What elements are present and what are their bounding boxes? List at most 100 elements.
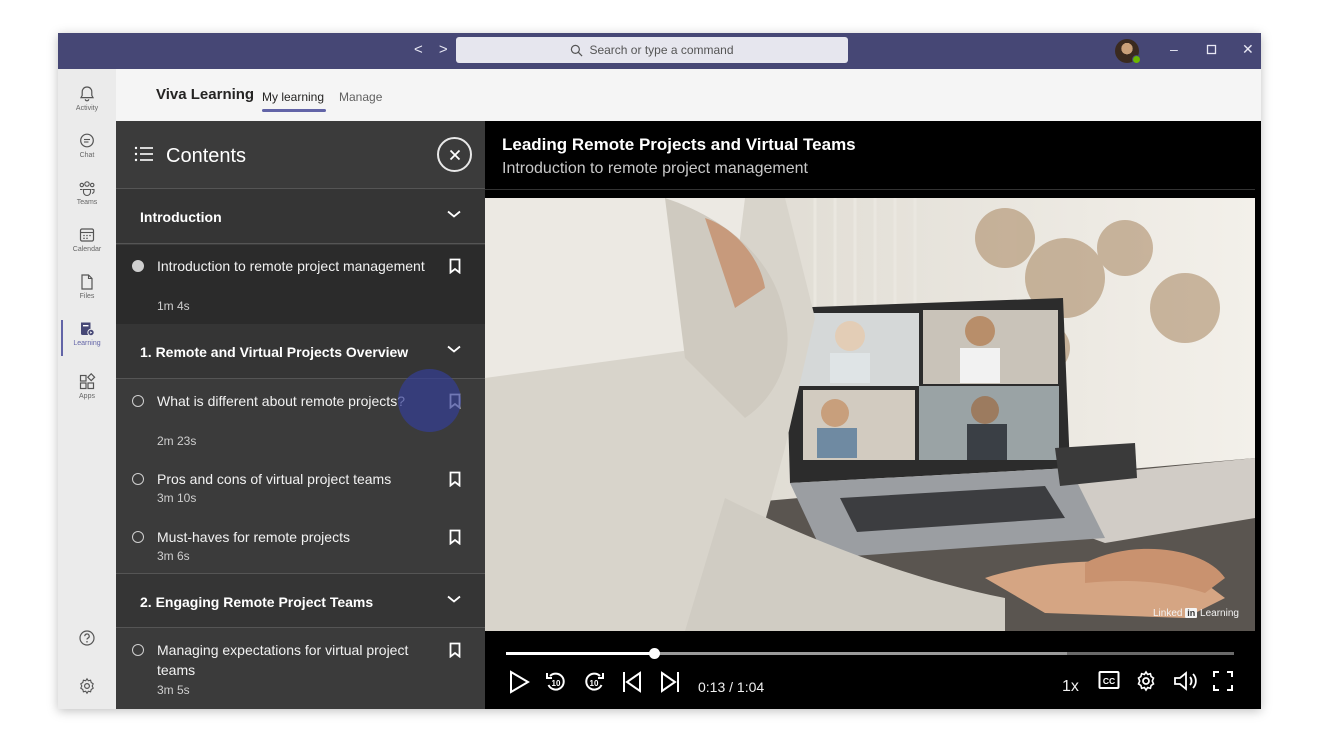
next-button[interactable] xyxy=(659,670,681,694)
learning-icon xyxy=(81,322,95,337)
forward-10-icon: 10 xyxy=(585,672,604,691)
history-nav-arrows[interactable]: < > xyxy=(414,41,454,58)
rail-label-activity: Activity xyxy=(75,105,99,112)
bookmark-icon[interactable] xyxy=(449,642,461,658)
volume-button[interactable] xyxy=(1173,670,1199,692)
rail-item-learning[interactable]: Learning xyxy=(58,316,116,362)
lesson-title: Must-haves for remote projects xyxy=(157,529,350,545)
captions-button[interactable]: CC xyxy=(1098,670,1120,690)
previous-button[interactable] xyxy=(621,670,643,694)
lesson-status-icon xyxy=(132,531,144,543)
tab-manage[interactable]: Manage xyxy=(339,90,382,104)
settings-icon xyxy=(80,677,94,695)
close-contents-button[interactable] xyxy=(437,137,472,172)
lesson-duration: 3m 5s xyxy=(157,683,190,697)
presence-available-icon xyxy=(1132,55,1141,64)
section-introduction[interactable]: Introduction xyxy=(116,189,485,244)
section-label: Introduction xyxy=(140,209,222,225)
close-window-icon[interactable]: ✕ xyxy=(1242,41,1254,58)
contents-title: Contents xyxy=(166,145,247,167)
chevron-down-icon xyxy=(447,345,461,353)
forward-10-label: 10 xyxy=(590,679,599,688)
lesson-item[interactable]: Must-haves for remote projects 3m 6s xyxy=(116,516,485,573)
lesson-duration: 3m 10s xyxy=(157,491,197,505)
settings-button[interactable] xyxy=(58,677,116,695)
rail-item-activity[interactable]: Activity xyxy=(58,81,116,127)
rail-item-chat[interactable]: Chat xyxy=(58,128,116,174)
fullscreen-button[interactable] xyxy=(1212,670,1234,692)
playback-speed-button[interactable]: 1x xyxy=(1062,678,1079,696)
bookmark-icon[interactable] xyxy=(449,471,461,487)
fullscreen-icon xyxy=(1213,671,1233,691)
lesson-title: Introduction to remote project managemen… xyxy=(157,258,425,274)
lesson-status-playing-icon xyxy=(132,260,144,272)
lesson-duration: 2m 23s xyxy=(157,434,197,448)
search-box[interactable]: Search or type a command xyxy=(456,37,848,63)
touch-cursor-indicator xyxy=(398,369,461,432)
help-icon xyxy=(79,630,95,646)
lesson-title: What is different about remote projects? xyxy=(157,393,405,409)
teams-window: < > Search or type a command – ✕ Activit… xyxy=(58,33,1261,709)
watermark-in: in xyxy=(1185,608,1198,618)
rail-label-learning: Learning xyxy=(73,340,101,347)
captions-label: CC xyxy=(1103,676,1115,686)
list-icon xyxy=(134,146,153,162)
rail-item-files[interactable]: Files xyxy=(58,269,116,315)
lesson-status-icon xyxy=(132,473,144,485)
section-label: 2. Engaging Remote Project Teams xyxy=(140,594,374,610)
video-scene-image xyxy=(485,198,1255,631)
active-tab-indicator xyxy=(262,109,326,112)
contents-header: Contents xyxy=(116,121,485,189)
rewind-10-label: 10 xyxy=(552,679,561,688)
section-label: 1. Remote and Virtual Projects Overview xyxy=(140,344,409,360)
rail-label-chat: Chat xyxy=(79,152,95,159)
player-settings-button[interactable] xyxy=(1135,670,1157,692)
maximize-icon[interactable] xyxy=(1206,42,1217,58)
search-icon xyxy=(571,44,583,56)
lesson-duration: 3m 6s xyxy=(157,549,190,563)
progress-fill xyxy=(506,652,654,655)
apps-icon xyxy=(79,373,96,390)
chevron-down-icon xyxy=(447,595,461,603)
forward-10-button[interactable]: 10 xyxy=(582,670,606,694)
rail-label-teams: Teams xyxy=(76,199,98,206)
lesson-item[interactable]: Managing expectations for virtual projec… xyxy=(116,629,485,709)
rail-item-teams[interactable]: Teams xyxy=(58,175,116,221)
tab-my-learning[interactable]: My learning xyxy=(262,90,324,104)
rewind-10-button[interactable]: 10 xyxy=(544,670,568,694)
closed-captions-icon: CC xyxy=(1098,671,1120,689)
close-icon xyxy=(449,149,460,160)
rail-label-apps: Apps xyxy=(79,393,95,400)
calendar-icon xyxy=(79,228,95,242)
rail-item-calendar[interactable]: Calendar xyxy=(58,222,116,268)
bookmark-icon[interactable] xyxy=(449,258,461,274)
gear-icon xyxy=(1137,670,1155,692)
search-placeholder: Search or type a command xyxy=(589,43,734,57)
chevron-down-icon xyxy=(447,210,461,218)
watermark-linked: Linked xyxy=(1153,608,1183,619)
lesson-item-current[interactable]: Introduction to remote project managemen… xyxy=(116,245,485,324)
play-icon xyxy=(510,670,530,694)
lesson-duration: 1m 4s xyxy=(157,299,190,313)
help-button[interactable] xyxy=(58,629,116,647)
teams-icon xyxy=(79,181,95,197)
app-title: Viva Learning xyxy=(156,86,255,103)
section-engaging-remote-project-teams[interactable]: 2. Engaging Remote Project Teams xyxy=(116,573,485,628)
volume-icon xyxy=(1174,671,1197,691)
progress-bar[interactable] xyxy=(506,648,1234,659)
video-frame[interactable]: Linked in Learning xyxy=(485,198,1255,631)
minimize-icon[interactable]: – xyxy=(1170,41,1178,57)
video-player: Leading Remote Projects and Virtual Team… xyxy=(485,121,1261,709)
progress-scrubber-handle[interactable] xyxy=(648,648,660,659)
lesson-status-icon xyxy=(132,644,144,656)
rail-item-apps[interactable]: Apps xyxy=(58,369,116,415)
title-bar: < > Search or type a command – ✕ xyxy=(58,33,1261,69)
skip-next-icon xyxy=(661,671,679,693)
title-divider xyxy=(485,189,1255,190)
play-button[interactable] xyxy=(508,670,530,694)
skip-previous-icon xyxy=(623,671,641,693)
app-rail: Activity Chat Teams Calendar Files Learn… xyxy=(58,69,116,709)
bell-icon xyxy=(79,86,95,102)
lesson-item[interactable]: Pros and cons of virtual project teams 3… xyxy=(116,458,485,516)
bookmark-icon[interactable] xyxy=(449,529,461,545)
